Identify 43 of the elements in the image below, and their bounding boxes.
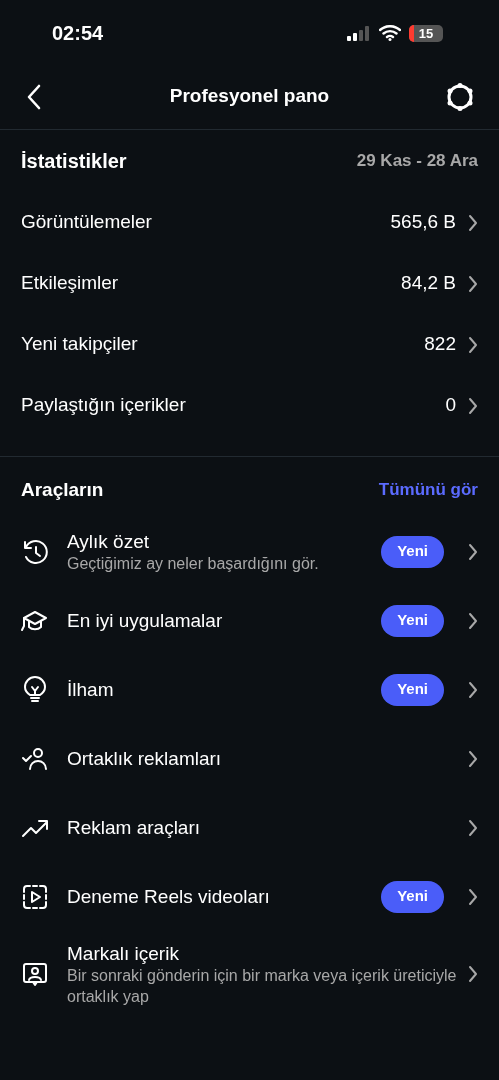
clock-history-icon (21, 537, 49, 566)
stat-row[interactable]: Etkileşimler 84,2 B (21, 253, 478, 314)
new-badge: Yeni (381, 604, 444, 637)
lightbulb-icon (21, 675, 49, 704)
see-all-link[interactable]: Tümünü gör (378, 477, 478, 503)
tool-title[interactable]: Aylık özet (67, 529, 374, 553)
chevron-right-icon (468, 611, 478, 630)
person-frame-icon (21, 960, 49, 988)
chevron-right-icon (468, 965, 478, 983)
section-title: İstatistikler (21, 149, 127, 174)
chevron-right-icon (468, 396, 478, 415)
tool-title[interactable]: En iyi uygulamalar (67, 609, 374, 632)
chevron-right-icon (468, 818, 478, 837)
play-dashed-frame-icon (21, 882, 49, 911)
tool-title[interactable]: Markalı içerik (67, 941, 464, 965)
chevron-right-icon (468, 542, 478, 561)
settings-icon[interactable] (445, 81, 475, 112)
stat-row[interactable]: Görüntülemeler 565,6 B (21, 192, 478, 253)
date-range: 29 Kas - 28 Ara (356, 150, 478, 173)
chevron-right-icon (468, 335, 478, 354)
section-title: Araçların (21, 477, 104, 502)
battery-indicator: 15 (409, 24, 443, 42)
tool-title[interactable]: Ortaklık reklamları (67, 747, 464, 770)
new-badge: Yeni (381, 535, 444, 568)
page-title: Profesyonel pano (169, 84, 330, 109)
back-icon[interactable] (26, 83, 42, 110)
stat-row[interactable]: Yeni takipçiler 822 (21, 314, 478, 375)
wifi-icon (379, 25, 401, 41)
tool-title[interactable]: Reklam araçları (67, 816, 464, 839)
tool-description: Geçtiğimiz ay neler başardığını gör. (67, 553, 320, 574)
chevron-right-icon (468, 749, 478, 768)
chevron-right-icon (468, 887, 478, 906)
new-badge: Yeni (381, 880, 444, 913)
new-badge: Yeni (381, 673, 444, 706)
chevron-right-icon (468, 274, 478, 293)
chevron-right-icon (468, 680, 478, 699)
stat-row[interactable]: Paylaştığın içerikler 0 (21, 375, 478, 436)
signal-icon (347, 25, 371, 41)
status-time: 02:54 (52, 21, 104, 46)
chevron-right-icon (468, 213, 478, 232)
tool-title[interactable]: Deneme Reels videoları (67, 885, 374, 908)
tool-title[interactable]: İlham (67, 678, 374, 701)
tool-description: Bir sonraki gönderin için bir marka veya içerik üreticiyle ortaklık yap (67, 965, 458, 1007)
